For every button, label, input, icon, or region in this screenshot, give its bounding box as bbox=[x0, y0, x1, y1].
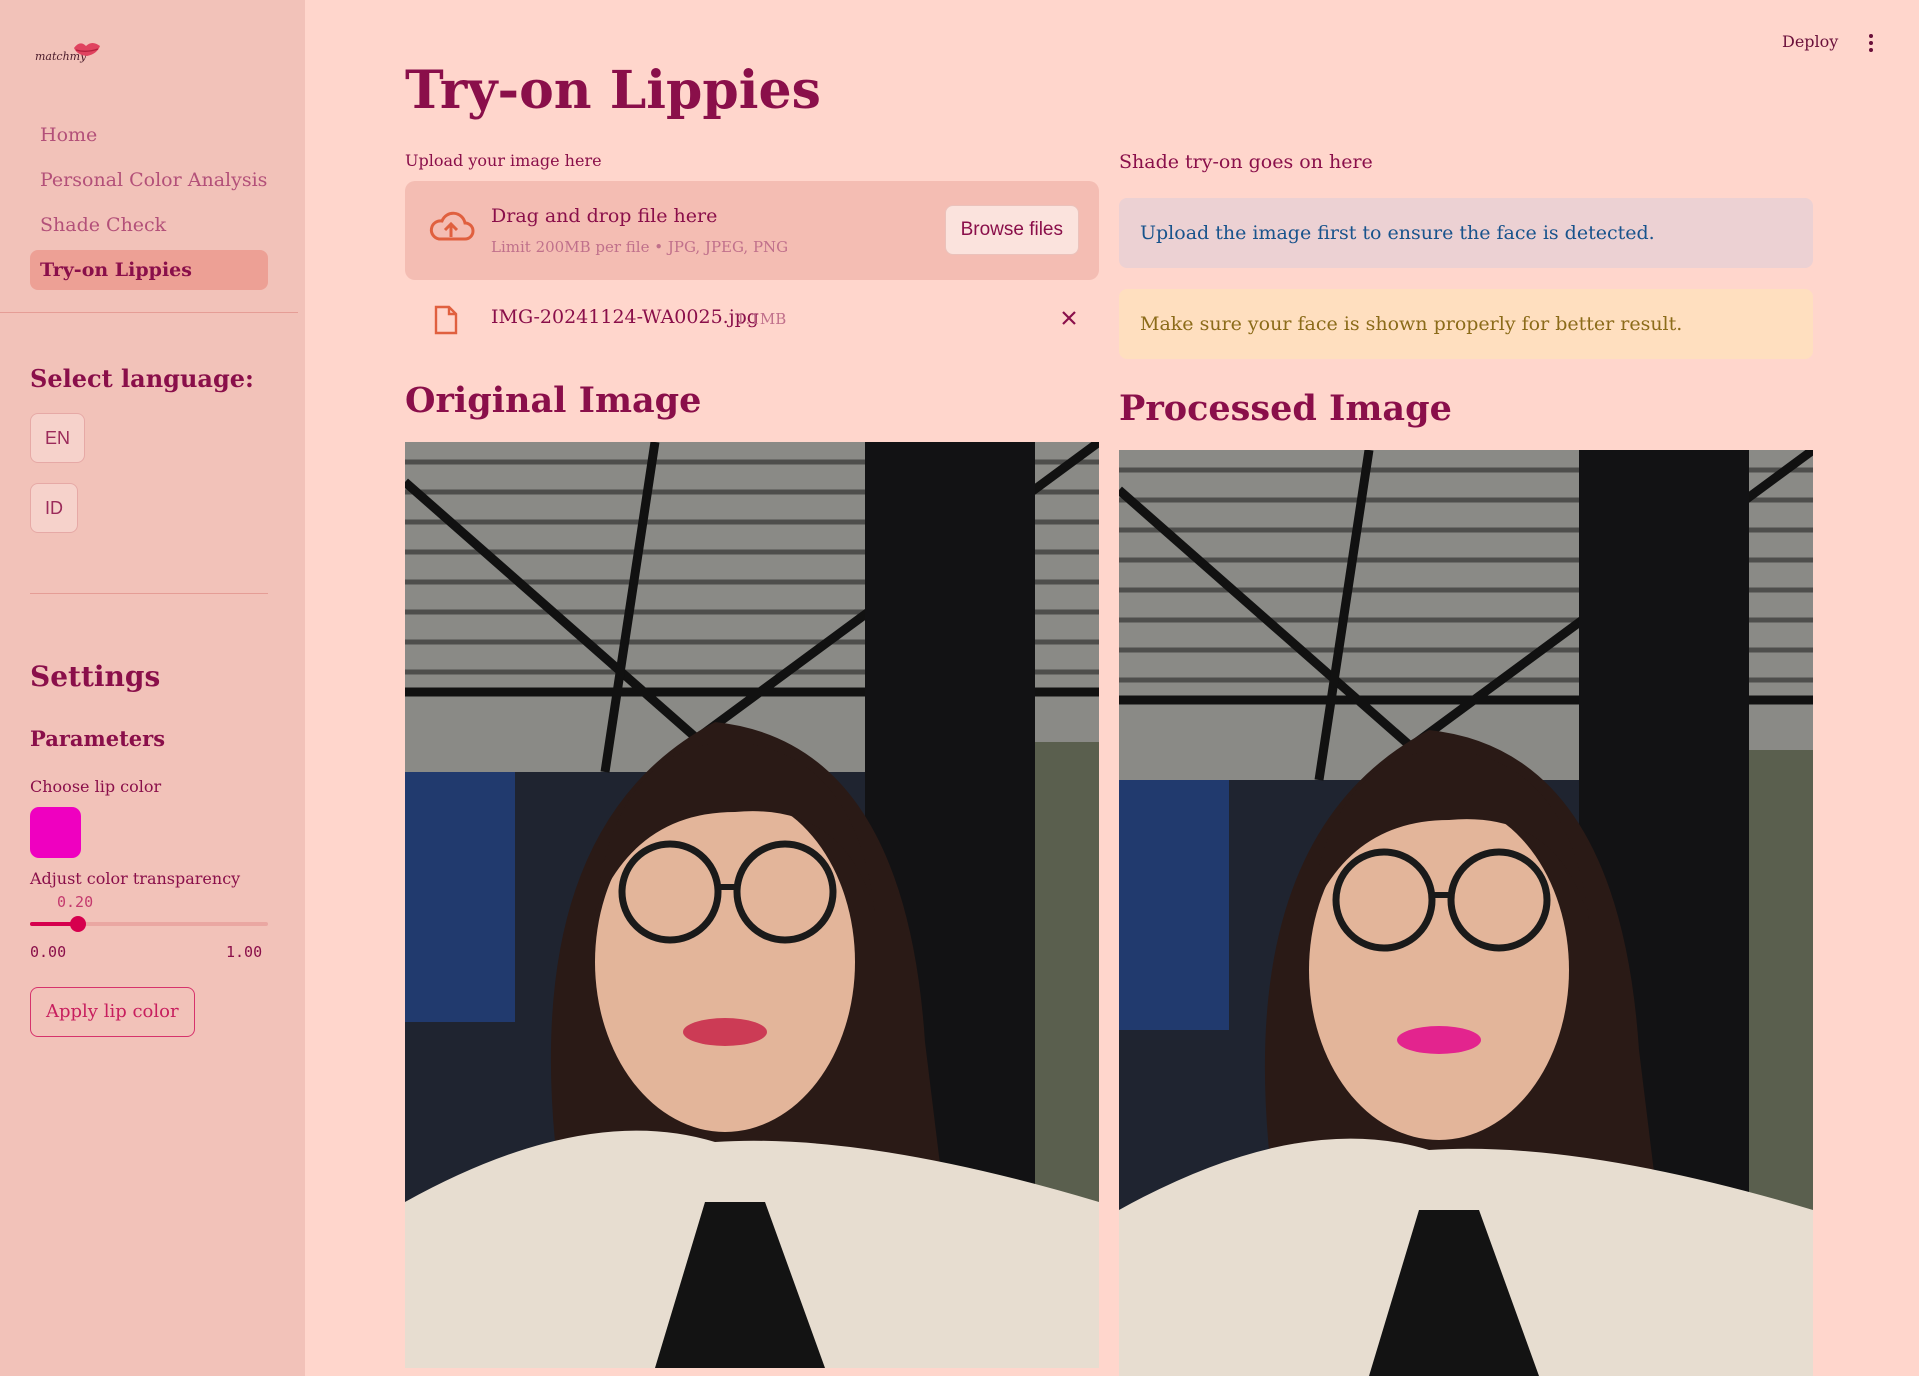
lip-color-picker[interactable] bbox=[30, 807, 81, 858]
file-size: 1.1MB bbox=[736, 310, 787, 328]
settings-heading: Settings bbox=[30, 660, 161, 693]
info-alert: Upload the image first to ensure the fac… bbox=[1119, 198, 1813, 268]
transparency-slider[interactable] bbox=[30, 916, 268, 932]
dropzone-limit: Limit 200MB per file • JPG, JPEG, PNG bbox=[491, 238, 789, 256]
browse-files-button[interactable]: Browse files bbox=[944, 205, 1079, 255]
deploy-button[interactable]: Deploy bbox=[1782, 32, 1838, 51]
original-image-title: Original Image bbox=[405, 380, 702, 421]
shade-label: Shade try-on goes on here bbox=[1119, 151, 1373, 173]
file-dropzone[interactable]: Drag and drop file here Limit 200MB per … bbox=[405, 181, 1099, 280]
apply-lip-color-button[interactable]: Apply lip color bbox=[30, 987, 195, 1037]
language-en-button[interactable]: EN bbox=[30, 413, 86, 463]
transparency-value: 0.20 bbox=[57, 893, 94, 911]
sidebar-item-shade-check[interactable]: Shade Check bbox=[30, 205, 268, 245]
language-id-button[interactable]: ID bbox=[30, 483, 78, 533]
language-heading: Select language: bbox=[30, 364, 254, 393]
transparency-max: 1.00 bbox=[226, 943, 263, 961]
kebab-menu-icon[interactable] bbox=[1864, 32, 1878, 56]
file-icon bbox=[434, 305, 458, 335]
dropzone-title: Drag and drop file here bbox=[491, 205, 718, 227]
warning-alert: Make sure your face is shown properly fo… bbox=[1119, 289, 1813, 359]
sidebar-nav: Home Personal Color Analysis Shade Check… bbox=[30, 115, 268, 295]
parameters-heading: Parameters bbox=[30, 726, 166, 751]
cloud-upload-icon bbox=[429, 211, 475, 241]
page-title: Try-on Lippies bbox=[405, 60, 821, 121]
sidebar-divider bbox=[0, 312, 298, 313]
sidebar: matchmy Home Personal Color Analysis Sha… bbox=[0, 0, 305, 1376]
remove-file-icon[interactable] bbox=[1059, 308, 1079, 328]
processed-image-title: Processed Image bbox=[1119, 388, 1452, 429]
upload-label: Upload your image here bbox=[405, 151, 602, 170]
uploaded-file-row: IMG-20241124-WA0025.jpg 1.1MB bbox=[405, 296, 1099, 340]
lip-color-label: Choose lip color bbox=[30, 777, 162, 796]
sidebar-item-personal-color-analysis[interactable]: Personal Color Analysis bbox=[30, 160, 268, 200]
sidebar-item-try-on-lippies[interactable]: Try-on Lippies bbox=[30, 250, 268, 290]
settings-divider bbox=[30, 593, 268, 594]
app-logo[interactable]: matchmy bbox=[34, 34, 106, 74]
original-image bbox=[405, 442, 1099, 1368]
sidebar-item-home[interactable]: Home bbox=[30, 115, 268, 155]
processed-image bbox=[1119, 450, 1813, 1376]
file-name: IMG-20241124-WA0025.jpg bbox=[491, 306, 759, 328]
transparency-min: 0.00 bbox=[30, 943, 67, 961]
slider-thumb[interactable] bbox=[69, 916, 86, 932]
transparency-label: Adjust color transparency bbox=[30, 869, 241, 888]
